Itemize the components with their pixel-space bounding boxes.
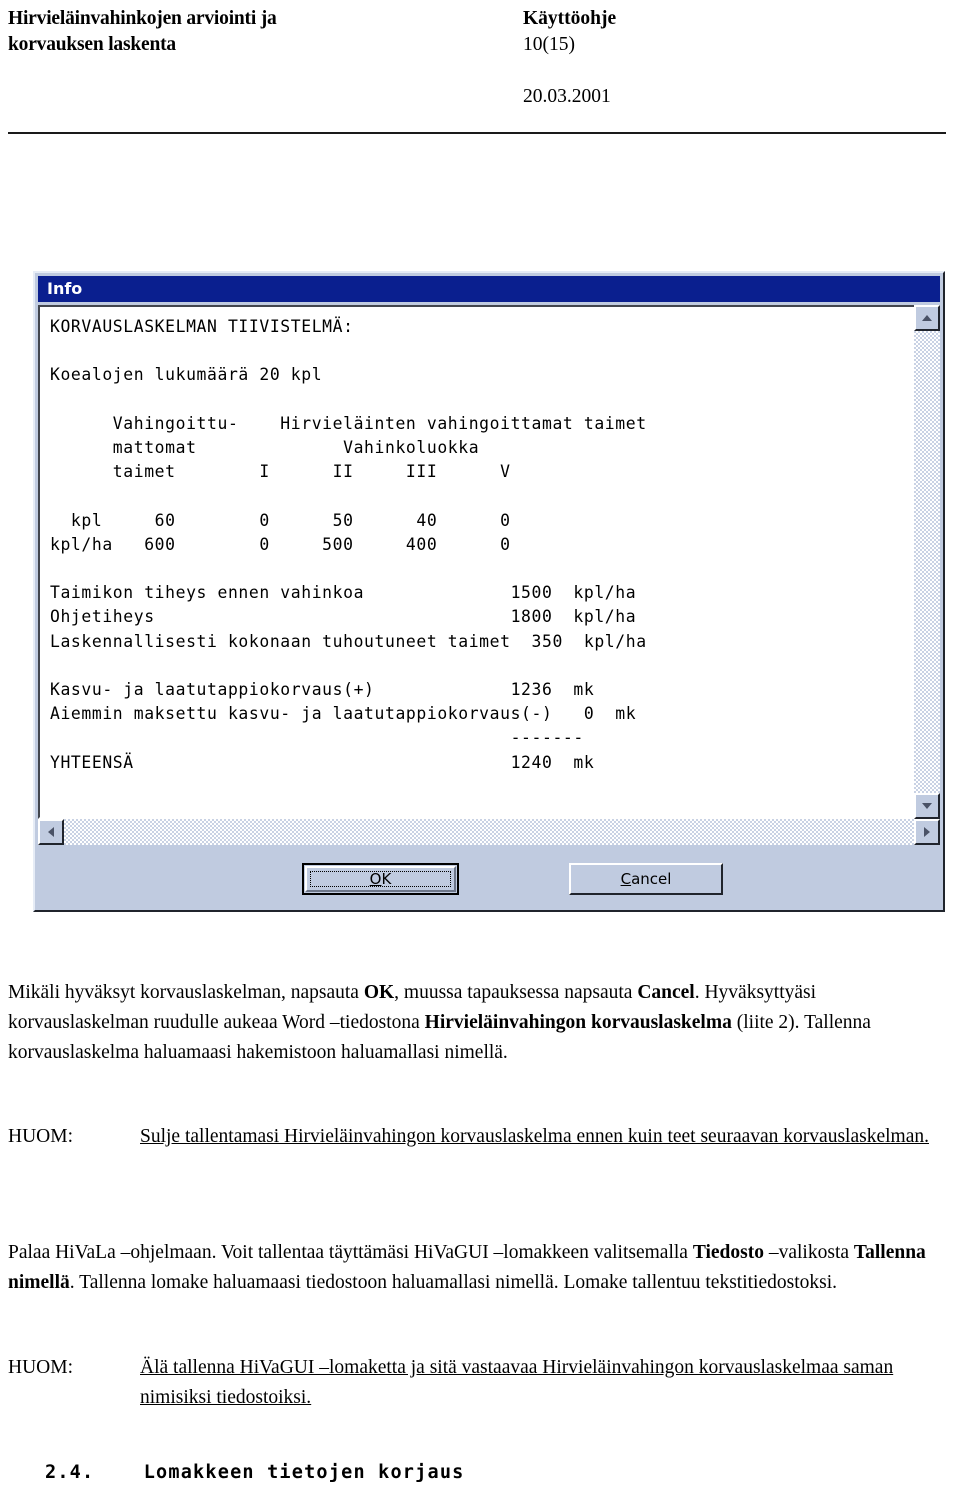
ok-button-label-rest: K xyxy=(381,870,392,888)
vertical-scrollbar[interactable] xyxy=(914,305,940,819)
note-text-1: Sulje tallentamasi Hirvieläinvahingon ko… xyxy=(140,1126,929,1147)
header-rule xyxy=(8,132,946,134)
para1-s2: , muussa tapauksessa napsauta xyxy=(394,982,638,1003)
para1-b3: Hirvieläinvahingon korvauslaskelma xyxy=(424,1012,732,1033)
note-text-2: Älä tallenna HiVaGUI –lomaketta ja sitä … xyxy=(140,1357,894,1408)
section-heading: 2.4. Lomakkeen tietojen korjaus xyxy=(45,1462,465,1483)
note-block-2: HUOM: Älä tallenna HiVaGUI –lomaketta ja… xyxy=(8,1353,946,1413)
paragraph-hivala: Palaa HiVaLa –ohjelmaan. Voit tallentaa … xyxy=(8,1238,946,1298)
ok-button[interactable]: OK xyxy=(302,863,459,895)
arrow-down-icon xyxy=(922,803,932,809)
vertical-scroll-track[interactable] xyxy=(914,331,940,793)
ok-button-focus-rect: OK xyxy=(310,870,451,888)
calculation-summary-text: KORVAUSLASKELMAN TIIVISTELMÄ: Koealojen … xyxy=(50,317,647,772)
para2-s2: –valikosta xyxy=(763,1242,854,1263)
document-title-line-2: korvauksen laskenta xyxy=(8,34,176,55)
dialog-titlebar: Info xyxy=(38,276,940,302)
cancel-button-label-rest: ancel xyxy=(631,870,672,888)
horizontal-scroll-track[interactable] xyxy=(64,819,914,845)
document-title-line-1: Hirvieläinvahinkojen arviointi ja xyxy=(8,8,277,29)
page-number: 10(15) xyxy=(523,34,575,55)
note-label-1: HUOM: xyxy=(8,1126,74,1147)
note-block-1: HUOM: Sulje tallentamasi Hirvieläinvahin… xyxy=(8,1122,946,1152)
info-dialog: Info KORVAUSLASKELMAN TIIVISTELMÄ: Koeal… xyxy=(33,271,945,912)
arrow-left-icon xyxy=(48,827,54,837)
para1-b1: OK xyxy=(363,982,395,1003)
scroll-right-button[interactable] xyxy=(914,819,940,845)
note-label-2: HUOM: xyxy=(8,1357,74,1378)
cancel-button[interactable]: Cancel xyxy=(569,863,723,895)
document-type: Käyttöohje xyxy=(523,8,617,29)
horizontal-scrollbar[interactable] xyxy=(38,819,940,845)
para2-s3: . Tallenna lomake haluamaasi tiedostoon … xyxy=(69,1272,838,1293)
paragraph-after-dialog: Mikäli hyväksyt korvauslaskelman, napsau… xyxy=(8,978,946,1068)
arrow-right-icon xyxy=(924,827,930,837)
ok-button-bevel: OK xyxy=(305,866,456,892)
scroll-up-button[interactable] xyxy=(914,305,940,331)
arrow-up-icon xyxy=(922,315,932,321)
para1-b2: Cancel xyxy=(637,982,695,1003)
para2-s1: Palaa HiVaLa –ohjelmaan. Voit tallentaa … xyxy=(8,1242,693,1263)
dialog-button-bar: OK Cancel xyxy=(38,846,940,908)
scroll-left-button[interactable] xyxy=(38,819,64,845)
para2-b1: Tiedosto xyxy=(692,1242,764,1263)
document-date: 20.03.2001 xyxy=(523,86,611,107)
para1-s1: Mikäli hyväksyt korvauslaskelman, napsau… xyxy=(8,982,364,1003)
cancel-button-mnemonic: C xyxy=(620,870,632,888)
scroll-down-button[interactable] xyxy=(914,793,940,819)
ok-button-mnemonic: O xyxy=(369,870,382,888)
dialog-client-area: KORVAUSLASKELMAN TIIVISTELMÄ: Koealojen … xyxy=(38,305,940,819)
